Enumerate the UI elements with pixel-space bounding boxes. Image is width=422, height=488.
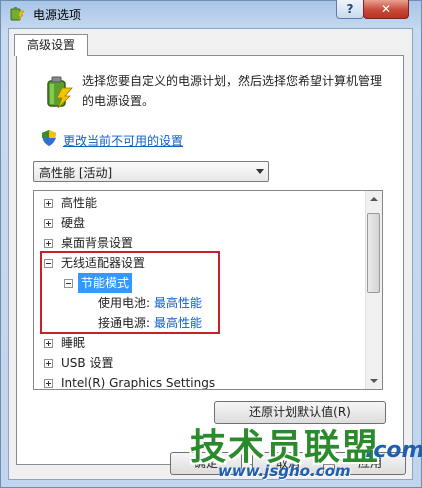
power-plan-value: 高性能 [活动] xyxy=(39,166,113,180)
uac-shield-icon xyxy=(42,130,56,146)
description-line-2: 的电源设置。 xyxy=(82,94,155,108)
expand-plus-icon[interactable] xyxy=(44,339,53,348)
watermark-com-text: .com xyxy=(365,438,422,463)
chevron-down-icon xyxy=(256,169,264,174)
title-bar[interactable]: 电源选项 ? ✕ xyxy=(1,0,421,27)
tree-item-label: Intel(R) Graphics Settings xyxy=(61,376,216,390)
power-plan-select[interactable]: 高性能 [活动] xyxy=(33,161,269,182)
collapse-minus-icon[interactable] xyxy=(44,259,53,268)
tab-label: 高级设置 xyxy=(26,38,75,52)
setting-label: 接通电源: xyxy=(98,316,151,330)
expand-plus-icon[interactable] xyxy=(44,199,53,208)
description-line-1: 选择您要自定义的电源计划，然后选择您希望计算机管理 xyxy=(82,74,383,88)
close-button[interactable]: ✕ xyxy=(363,0,409,19)
expand-plus-icon[interactable] xyxy=(44,239,53,248)
power-options-icon xyxy=(10,7,25,22)
tree-item-label: 硬盘 xyxy=(61,216,86,230)
tab-advanced-settings[interactable]: 高级设置 xyxy=(14,34,88,56)
setting-label: 使用电池: xyxy=(98,296,151,310)
vertical-scrollbar[interactable] xyxy=(365,191,382,389)
tree-item-label: 无线适配器设置 xyxy=(61,256,146,270)
tree-item-label-selected: 节能模式 xyxy=(78,273,133,293)
setting-value-link[interactable]: 最高性能 xyxy=(154,313,202,333)
tree-item-label: 高性能 xyxy=(61,196,98,210)
settings-tree[interactable]: 高性能 硬盘 桌面背景设置 无线适配器设置 节能模式 使用电池: 最高性能 接通… xyxy=(33,190,383,390)
scrollbar-thumb[interactable] xyxy=(367,213,380,293)
scroll-up-arrow-icon[interactable] xyxy=(366,191,382,207)
collapse-minus-icon[interactable] xyxy=(64,279,73,288)
help-button[interactable]: ? xyxy=(336,0,364,19)
expand-plus-icon[interactable] xyxy=(44,219,53,228)
scroll-down-arrow-icon[interactable] xyxy=(366,373,382,389)
battery-icon xyxy=(47,76,73,108)
expand-plus-icon[interactable] xyxy=(44,379,53,388)
watermark-url: www.jsgho.com xyxy=(218,462,351,480)
tree-item-label: 桌面背景设置 xyxy=(61,236,134,250)
tree-item-label: USB 设置 xyxy=(61,356,114,370)
window-title: 电源选项 xyxy=(33,8,82,22)
tree-item-label: 睡眠 xyxy=(61,336,86,350)
change-unavailable-settings-link[interactable]: 更改当前不可用的设置 xyxy=(63,132,183,149)
expand-plus-icon[interactable] xyxy=(44,359,53,368)
setting-value-link[interactable]: 最高性能 xyxy=(154,293,202,313)
